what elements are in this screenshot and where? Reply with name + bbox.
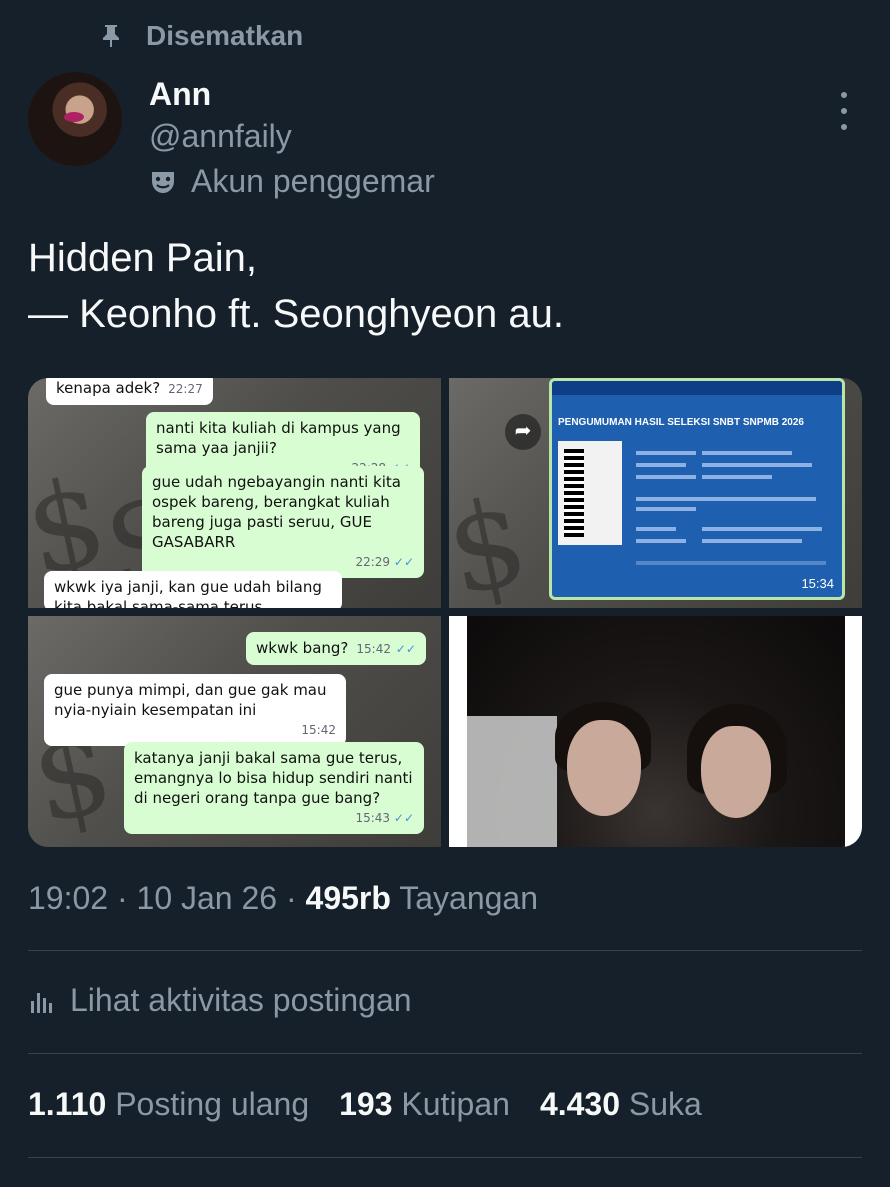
avatar[interactable] (28, 72, 122, 166)
pinned-indicator: Disematkan (100, 20, 303, 52)
engagement-stats: 1.110 Posting ulang 193 Kutipan 4.430 Su… (28, 1086, 702, 1123)
pin-icon (103, 25, 119, 47)
divider (28, 1157, 862, 1158)
post-time[interactable]: 19:02 (28, 880, 108, 916)
chat-bubble-incoming: wkwk iya janji, kan gue udah bilang kita… (44, 571, 342, 608)
post-meta: 19:02 · 10 Jan 26 · 495rb Tayangan (28, 880, 538, 916)
tweet-line-1: Hidden Pain, (28, 236, 258, 280)
chat-bubble-incoming: gue punya mimpi, dan gue gak mau nyia-ny… (44, 674, 346, 746)
quotes-stat[interactable]: 193 Kutipan (339, 1086, 510, 1123)
author-handle[interactable]: @annfaily (149, 118, 292, 155)
media-image-announcement[interactable]: $ ➦ PENGUMUMAN HASIL SELEKSI SNBT SNPMB … (449, 378, 862, 608)
author-name[interactable]: Ann (149, 76, 211, 113)
tweet-text: Hidden Pain, — Keonho ft. Seonghyeon au. (28, 230, 564, 342)
views-label: Tayangan (399, 880, 538, 916)
fan-account-badge: Akun penggemar (147, 163, 435, 200)
views-count: 495rb (305, 880, 391, 916)
announcement-screen: PENGUMUMAN HASIL SELEKSI SNBT SNPMB 2026… (549, 378, 845, 600)
divider (28, 950, 862, 951)
media-grid: $ S kenapa adek?22:27 nanti kita kuliah … (28, 378, 862, 847)
media-image-chat-1[interactable]: $ S kenapa adek?22:27 nanti kita kuliah … (28, 378, 441, 608)
chat-bubble-outgoing: katanya janji bakal sama gue terus, eman… (124, 742, 424, 834)
theater-masks-icon (152, 171, 174, 193)
fan-account-label: Akun penggemar (191, 163, 435, 199)
reposts-stat[interactable]: 1.110 Posting ulang (28, 1086, 309, 1123)
media-image-chat-2[interactable]: $ wkwk bang? 15:42 ✓✓ gue punya mimpi, da… (28, 616, 441, 847)
tweet-line-2: — Keonho ft. Seonghyeon au. (28, 292, 564, 336)
media-image-photo[interactable] (449, 616, 862, 847)
post-activity-link[interactable]: Lihat aktivitas postingan (28, 982, 412, 1019)
more-options-icon[interactable] (836, 92, 852, 130)
share-arrow-icon[interactable]: ➦ (505, 414, 541, 450)
bar-chart-icon (31, 992, 52, 1013)
chat-bubble-incoming: kenapa adek? 22:27 (46, 378, 213, 405)
activity-label: Lihat aktivitas postingan (70, 982, 412, 1018)
post-date[interactable]: 10 Jan 26 (137, 880, 278, 916)
chat-bubble-outgoing: gue udah ngebayangin nanti kita ospek ba… (142, 466, 424, 578)
chat-bubble-outgoing: wkwk bang? 15:42 ✓✓ (246, 632, 426, 665)
likes-stat[interactable]: 4.430 Suka (540, 1086, 702, 1123)
divider (28, 1053, 862, 1054)
pinned-label: Disematkan (146, 20, 304, 51)
